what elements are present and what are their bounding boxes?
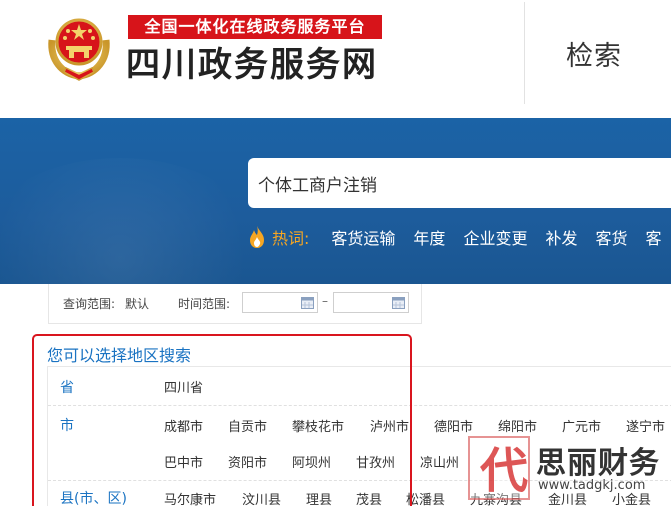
start-date-field[interactable]: [242, 292, 318, 313]
hot-word-link[interactable]: 企业变更: [463, 225, 527, 249]
watermark-logo-glyph: 代: [480, 443, 529, 499]
scope-label: 查询范围:: [63, 297, 116, 311]
time-range-label: 时间范围:: [178, 297, 231, 311]
banner-decoration: [0, 158, 270, 284]
hot-word-link[interactable]: 年度: [413, 225, 445, 249]
national-emblem-icon: [48, 18, 110, 81]
end-date-field[interactable]: [333, 292, 409, 313]
hot-words-row: 热词: 客货运输 年度 企业变更 补发 客货 客: [248, 224, 671, 250]
city-option[interactable]: 德阳市: [434, 416, 473, 435]
highlight-frame: [32, 334, 412, 506]
hot-words-label: 热词:: [272, 229, 310, 248]
site-title[interactable]: 四川政务服务网: [126, 42, 378, 88]
hot-word-link[interactable]: 客货: [595, 225, 627, 249]
search-box: [248, 158, 671, 208]
site-header: 全国一体化在线政务服务平台 四川政务服务网 检索: [0, 0, 671, 118]
hot-word-link[interactable]: 客货运输: [331, 225, 395, 249]
scope-value[interactable]: 默认: [125, 295, 149, 312]
city-option[interactable]: 绵阳市: [498, 416, 537, 435]
watermark-url: www.tadgkj.com: [538, 478, 646, 493]
date-separator: –: [322, 294, 328, 308]
watermark-logo-box: 代: [468, 436, 530, 500]
page-title: 检索: [566, 41, 622, 72]
watermark: 代 思丽财务 www.tadgkj.com: [464, 434, 671, 506]
watermark-brand: 思丽财务: [536, 446, 660, 481]
hot-word-link[interactable]: 补发: [545, 225, 577, 249]
flame-icon: [250, 226, 264, 248]
city-option[interactable]: 凉山州: [420, 452, 459, 471]
platform-slogan: 全国一体化在线政务服务平台: [128, 15, 382, 39]
header-divider: [524, 2, 525, 104]
search-input[interactable]: [248, 158, 671, 208]
calendar-icon[interactable]: [301, 296, 314, 309]
search-banner: 热词: 客货运输 年度 企业变更 补发 客货 客: [0, 118, 671, 284]
filter-bar: 查询范围: 默认 时间范围: –: [48, 284, 422, 324]
city-option[interactable]: 广元市: [562, 416, 601, 435]
hot-word-link[interactable]: 客: [645, 225, 661, 249]
calendar-icon[interactable]: [392, 296, 405, 309]
city-option[interactable]: 遂宁市: [626, 416, 665, 435]
